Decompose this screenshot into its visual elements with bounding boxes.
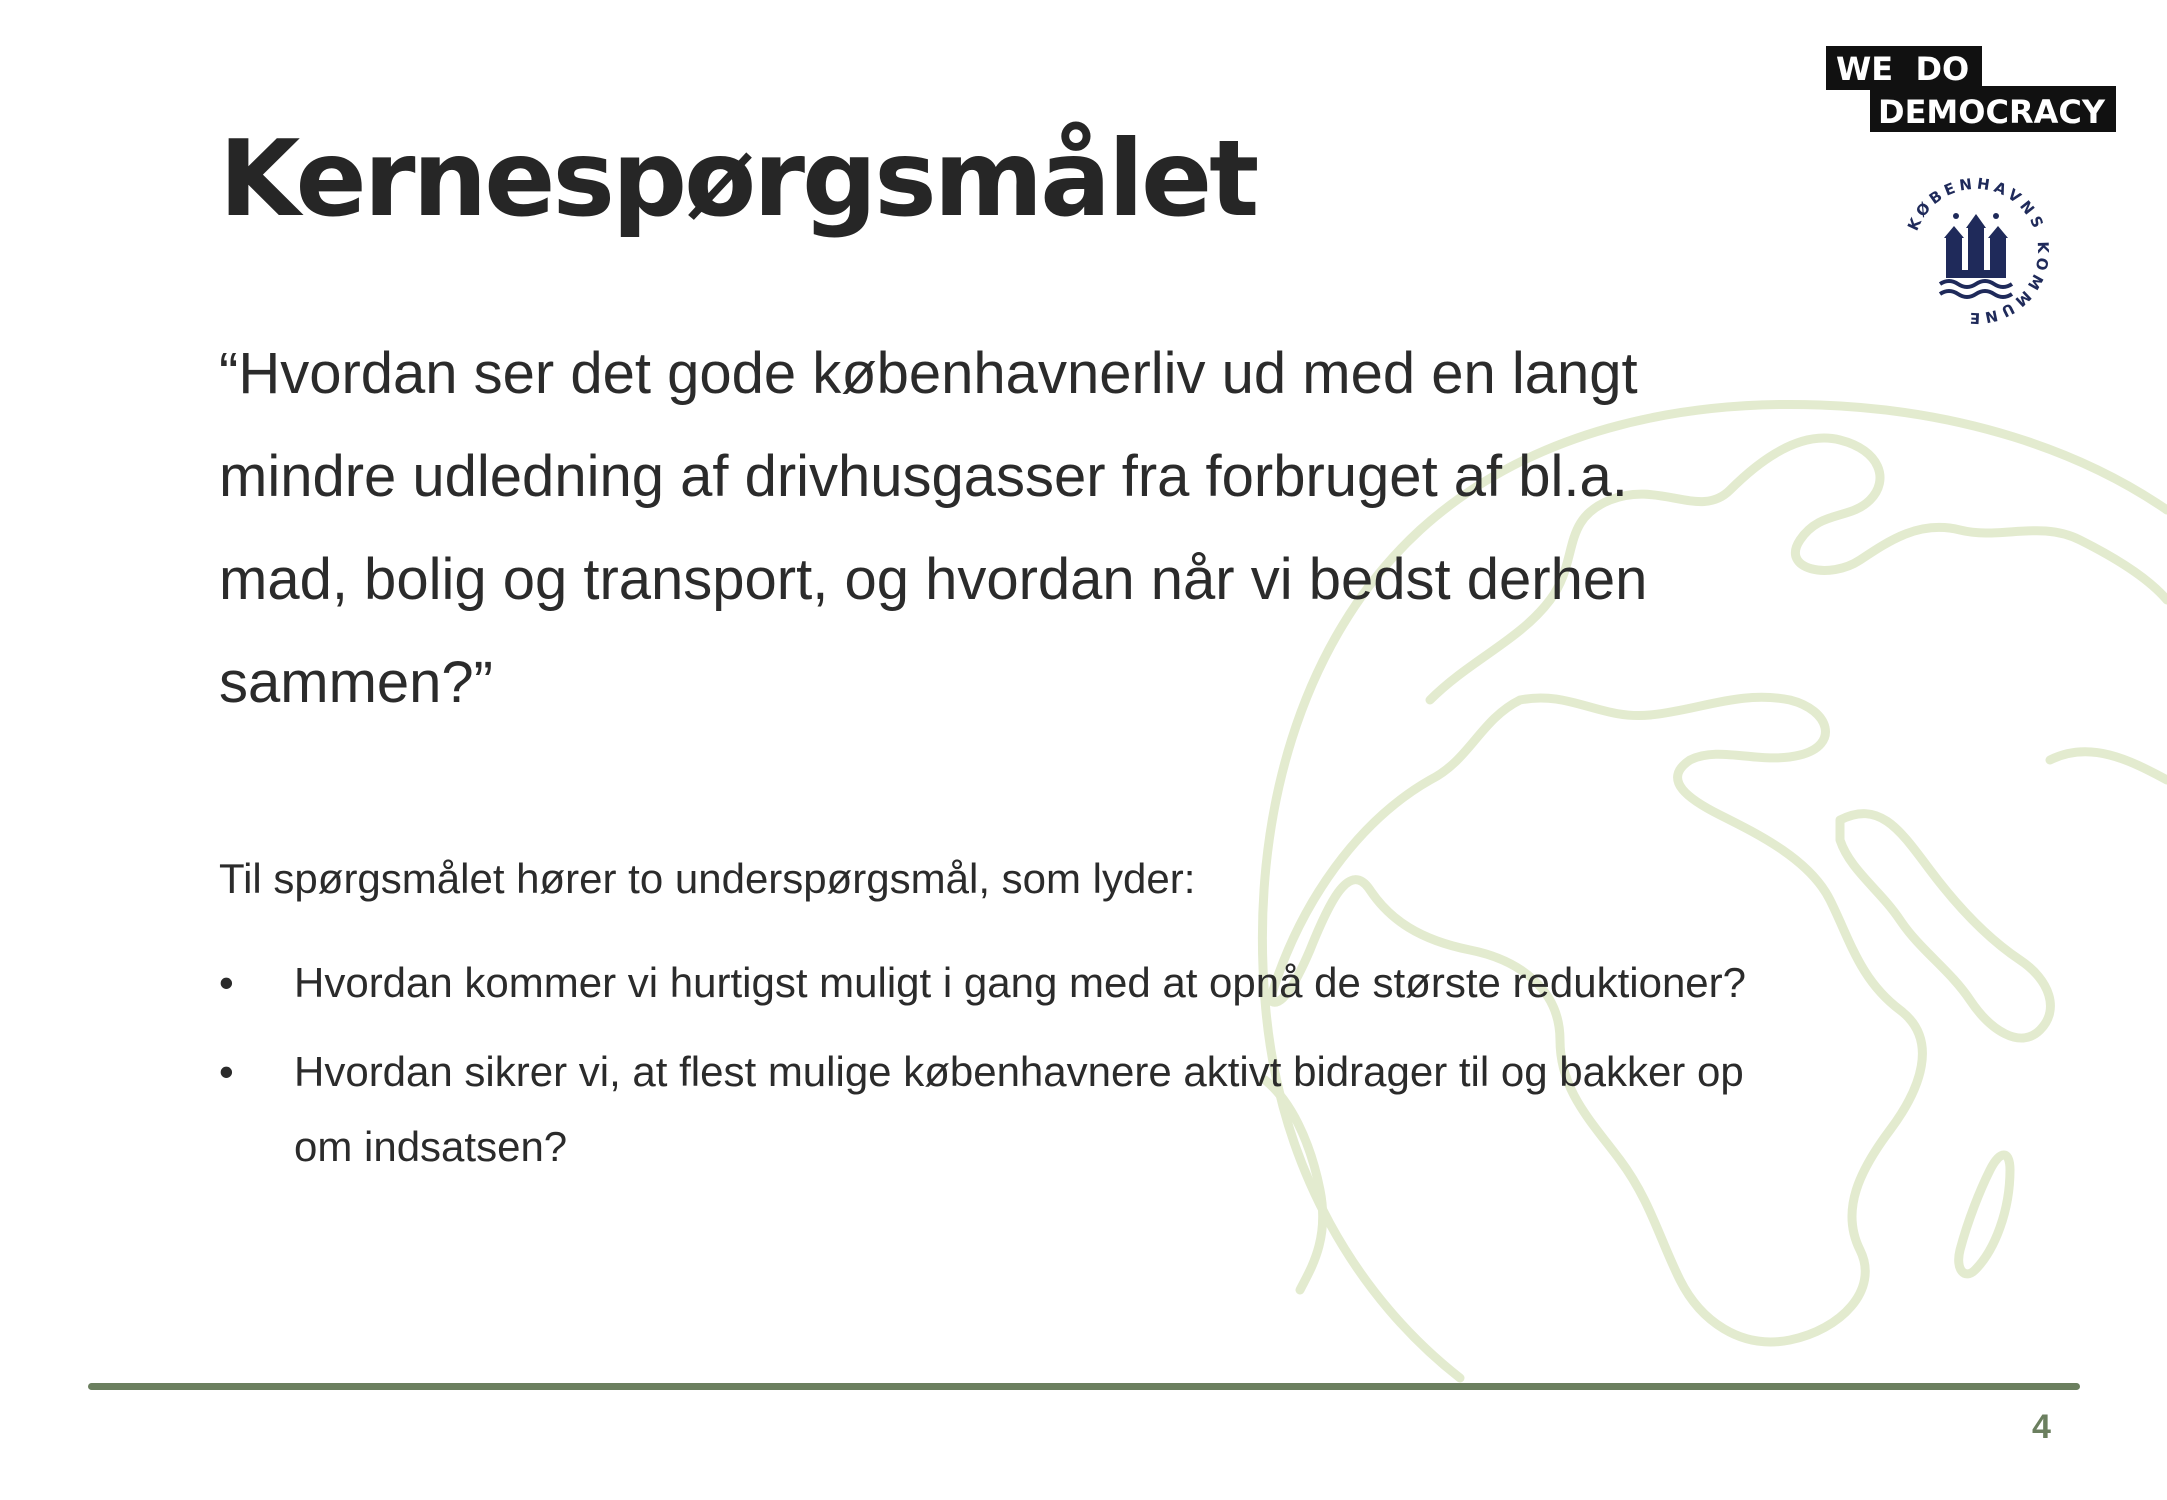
list-item: • Hvordan kommer vi hurtigst muligt i ga… <box>219 945 1779 1020</box>
kobenhavns-kommune-logo: KØBENHAVNS KOMMUNE <box>1904 175 2048 328</box>
bullet-icon: • <box>219 1048 234 1095</box>
continent-asia-edge <box>2045 747 2167 785</box>
core-question: “Hvordan ser det gode københavnerliv ud … <box>219 341 1648 715</box>
subquestions-intro: Til spørgsmålet hører to underspørgsmål,… <box>219 855 1196 902</box>
we-do-democracy-logo: WE DO DEMOCRACY <box>1826 46 2116 132</box>
bullet-icon: • <box>219 959 234 1006</box>
list-item: • Hvordan sikrer vi, at flest mulige køb… <box>219 1034 1779 1184</box>
subquestion-text: Hvordan sikrer vi, at flest mulige køben… <box>294 1048 1744 1170</box>
subquestion-text: Hvordan kommer vi hurtigst muligt i gang… <box>294 959 1747 1006</box>
page-number: 4 <box>2032 1408 2051 1446</box>
subquestions-list: • Hvordan kommer vi hurtigst muligt i ga… <box>219 945 1779 1198</box>
page-title: Kernespørgsmålet <box>219 118 1259 240</box>
castle-seal-icon <box>1938 213 2014 299</box>
footer-divider <box>88 1383 2080 1390</box>
wdd-logo-line1: WE DO <box>1836 50 1969 88</box>
continent-arabia <box>1835 809 2055 1043</box>
wdd-logo-line2: DEMOCRACY <box>1878 93 2106 131</box>
island-madagascar <box>1954 1150 2015 1279</box>
